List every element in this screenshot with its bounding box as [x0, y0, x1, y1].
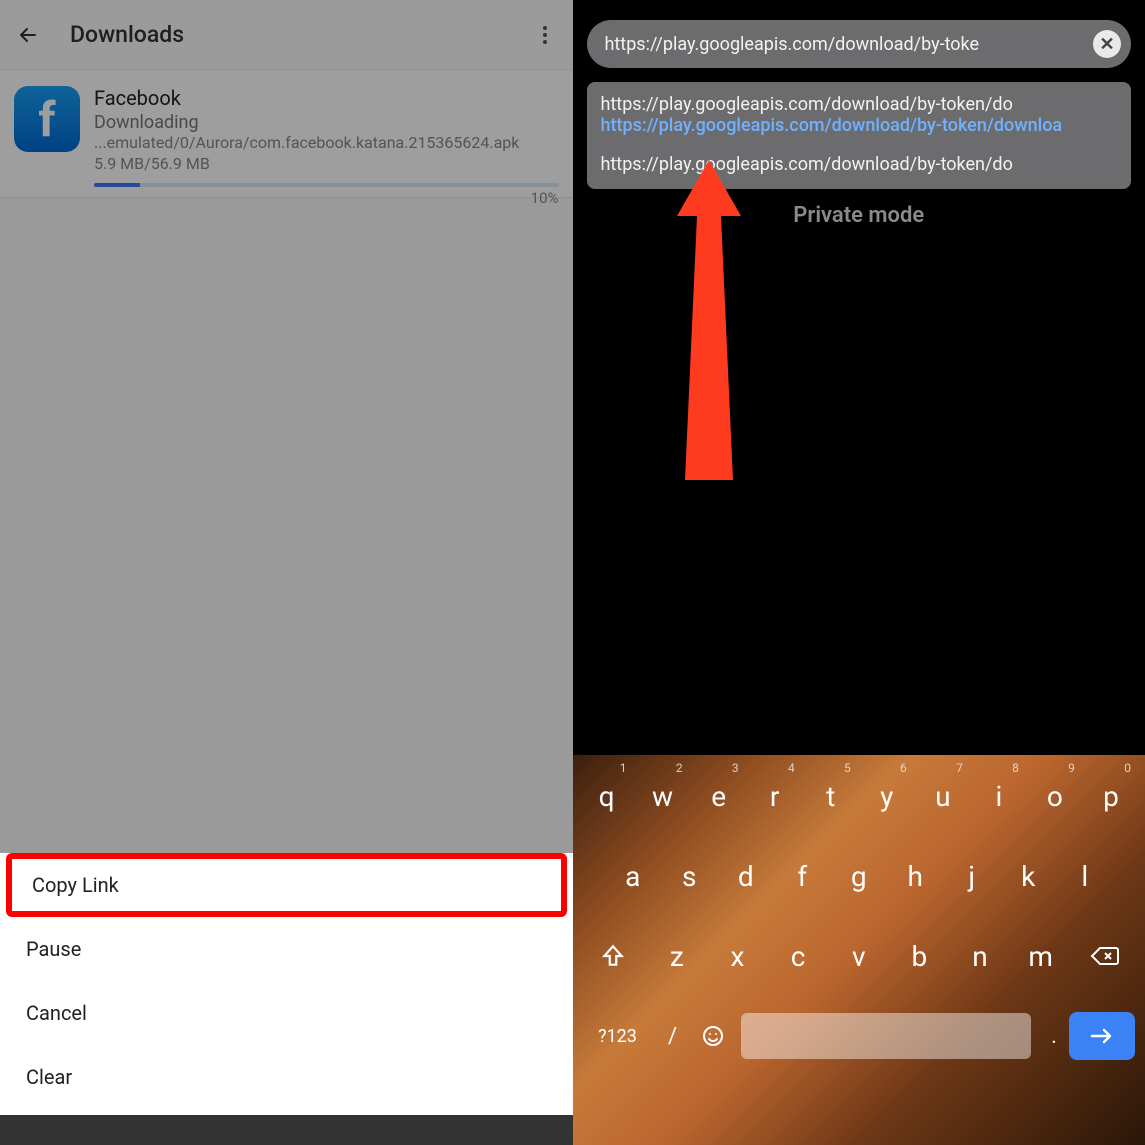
key-x[interactable]: x — [709, 921, 766, 991]
url-input[interactable]: https://play.googleapis.com/download/by-… — [605, 34, 1088, 55]
spacebar-key[interactable] — [741, 1013, 1032, 1059]
page-title: Downloads — [70, 21, 531, 48]
key-w[interactable]: 2w — [637, 761, 689, 831]
key-s[interactable]: s — [663, 841, 716, 911]
key-d[interactable]: d — [720, 841, 773, 911]
key-h[interactable]: h — [889, 841, 942, 911]
suggestion-row-1b[interactable]: https://play.googleapis.com/download/by-… — [601, 115, 1118, 136]
key-z[interactable]: z — [649, 921, 706, 991]
download-size: 5.9 MB/56.9 MB — [94, 154, 559, 173]
key-r[interactable]: 4r — [749, 761, 801, 831]
keyboard: 1q 2w 3e 4r 5t 6y 7u 8i 9o 0p a s d f g … — [573, 755, 1145, 1145]
nav-bar-placeholder — [0, 1115, 573, 1145]
backspace-key[interactable] — [1073, 921, 1137, 991]
emoji-key[interactable] — [693, 1009, 733, 1063]
key-a[interactable]: a — [607, 841, 660, 911]
more-menu-button[interactable] — [531, 21, 559, 49]
annotation-arrow-icon — [677, 160, 741, 480]
symbols-key[interactable]: ?123 — [583, 1009, 653, 1063]
key-j[interactable]: j — [946, 841, 999, 911]
progress-bar — [94, 183, 559, 187]
suggestion-row-1a[interactable]: https://play.googleapis.com/download/by-… — [601, 94, 1118, 115]
download-meta: Facebook Downloading ...emulated/0/Auror… — [94, 86, 559, 187]
context-menu: Copy Link Pause Cancel Clear — [0, 853, 573, 1145]
download-path: ...emulated/0/Aurora/com.facebook.katana… — [94, 133, 559, 152]
key-n[interactable]: n — [952, 921, 1009, 991]
key-u[interactable]: 7u — [917, 761, 969, 831]
progress-percent: 10% — [531, 189, 559, 207]
key-f[interactable]: f — [776, 841, 829, 911]
clear-url-icon[interactable]: ✕ — [1093, 30, 1121, 58]
progress-fill — [94, 183, 140, 187]
facebook-icon: f — [14, 86, 80, 152]
menu-pause[interactable]: Pause — [0, 917, 573, 981]
keyboard-row-1: 1q 2w 3e 4r 5t 6y 7u 8i 9o 0p — [579, 761, 1140, 831]
download-status: Downloading — [94, 112, 559, 133]
private-mode-label: Private mode — [573, 203, 1145, 228]
downloads-screen: Downloads f Facebook Downloading ...emul… — [0, 0, 573, 1145]
slash-key[interactable]: / — [653, 1009, 693, 1063]
go-key[interactable] — [1069, 1012, 1135, 1060]
keyboard-row-2: a s d f g h j k l — [579, 841, 1140, 911]
key-y[interactable]: 6y — [861, 761, 913, 831]
key-p[interactable]: 0p — [1085, 761, 1137, 831]
url-bar[interactable]: https://play.googleapis.com/download/by-… — [587, 20, 1132, 68]
keyboard-row-3: z x c v b n m — [579, 921, 1140, 991]
key-g[interactable]: g — [833, 841, 886, 911]
download-app-name: Facebook — [94, 86, 559, 110]
url-suggestions: https://play.googleapis.com/download/by-… — [587, 82, 1132, 189]
keyboard-row-4: ?123 / . — [579, 1001, 1140, 1071]
menu-clear[interactable]: Clear — [0, 1045, 573, 1109]
menu-copy-link[interactable]: Copy Link — [6, 853, 567, 917]
key-o[interactable]: 9o — [1029, 761, 1081, 831]
key-e[interactable]: 3e — [693, 761, 745, 831]
key-i[interactable]: 8i — [973, 761, 1025, 831]
browser-screen: https://play.googleapis.com/download/by-… — [573, 0, 1145, 1145]
key-b[interactable]: b — [891, 921, 948, 991]
key-t[interactable]: 5t — [805, 761, 857, 831]
key-q[interactable]: 1q — [581, 761, 633, 831]
back-button[interactable] — [14, 21, 42, 49]
dot-key[interactable]: . — [1039, 1009, 1069, 1063]
key-c[interactable]: c — [770, 921, 827, 991]
key-l[interactable]: l — [1059, 841, 1112, 911]
download-item[interactable]: f Facebook Downloading ...emulated/0/Aur… — [0, 70, 573, 198]
menu-cancel[interactable]: Cancel — [0, 981, 573, 1045]
key-v[interactable]: v — [830, 921, 887, 991]
key-k[interactable]: k — [1002, 841, 1055, 911]
shift-key[interactable] — [581, 921, 645, 991]
header-bar: Downloads — [0, 0, 573, 70]
key-m[interactable]: m — [1012, 921, 1069, 991]
